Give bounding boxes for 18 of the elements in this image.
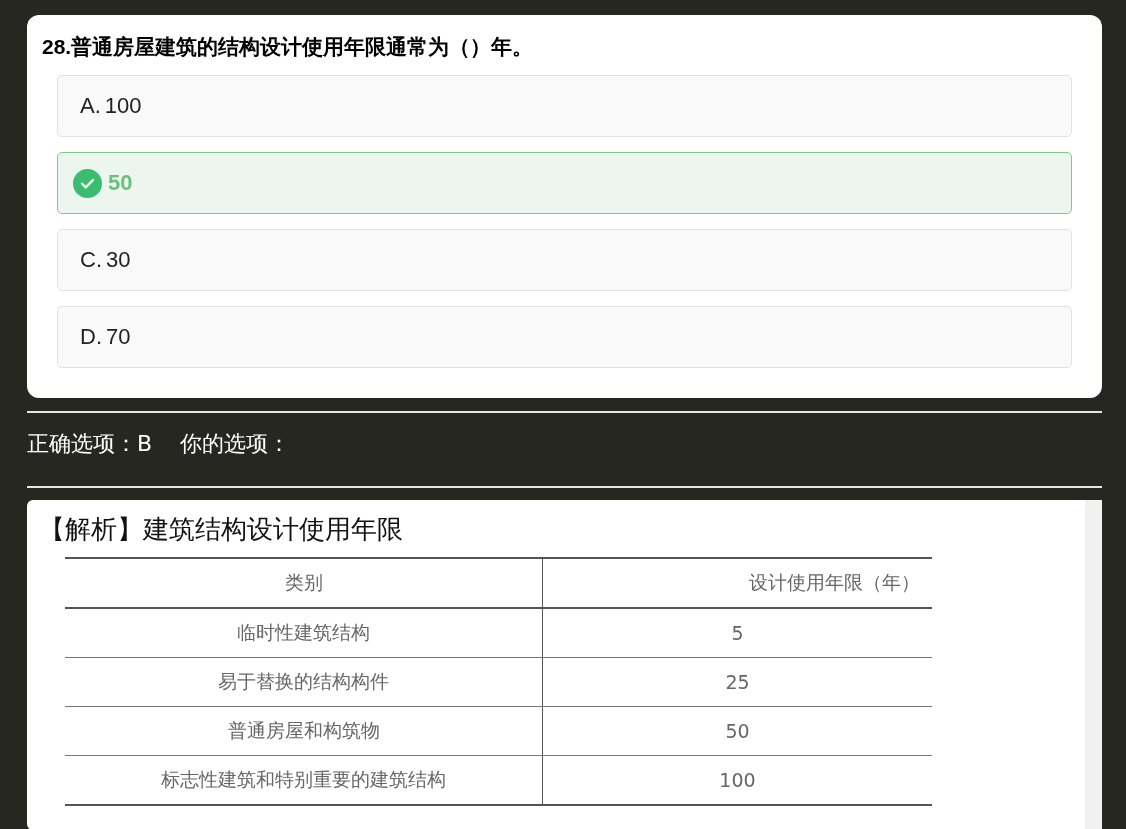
answer-option[interactable]: D. 70 [57, 306, 1072, 368]
your-answer-text: 你的选项： [180, 430, 291, 458]
table-cell: 25 [542, 657, 932, 707]
table-cell: 5 [542, 608, 932, 658]
table-cell: 100 [542, 755, 932, 805]
table-cell: 标志性建筑和特别重要的建筑结构 [65, 755, 543, 805]
table-cell: 50 [542, 706, 932, 756]
table-header: 设计使用年限（年） [542, 558, 932, 608]
table-cell: 易于替换的结构构件 [65, 657, 543, 707]
table-header: 类别 [65, 558, 543, 608]
correct-answer-text: 正确选项：B [27, 430, 153, 458]
table-cell: 临时性建筑结构 [65, 608, 543, 658]
question-title: 28.普通房屋建筑的结构设计使用年限通常为（）年。 [42, 34, 535, 60]
check-circle-icon [73, 168, 102, 198]
analysis-heading: 【解析】建筑结构设计使用年限 [39, 513, 404, 546]
table-cell: 普通房屋和构筑物 [65, 706, 543, 756]
answer-option[interactable]: C. 30 [57, 229, 1072, 291]
answer-option[interactable]: A. 100 [57, 75, 1072, 137]
